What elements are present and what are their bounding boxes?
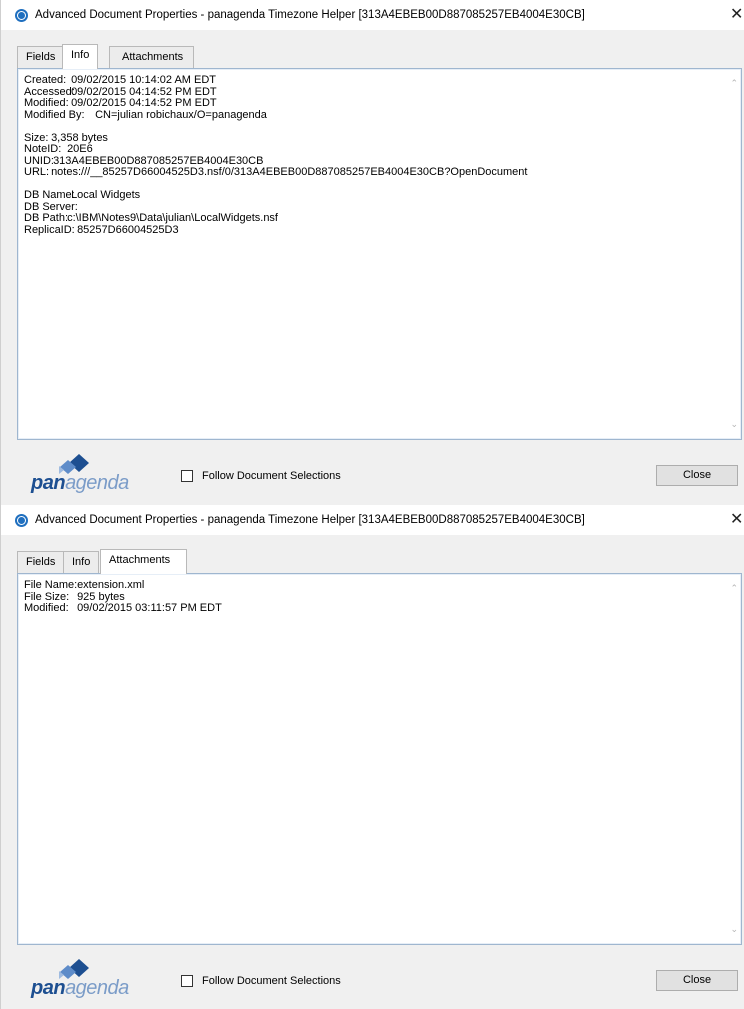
footer: panagenda Follow Document Selections Clo… — [1, 440, 744, 505]
tab-attachments[interactable]: Attachments — [100, 549, 188, 574]
info-line: ReplicaID: 85257D66004525D3 — [24, 223, 179, 236]
window-close-icon[interactable]: ✕ — [730, 5, 743, 25]
tab-info[interactable]: Info — [63, 551, 100, 573]
panagenda-logo: panagenda — [27, 454, 147, 494]
panagenda-logo: panagenda — [27, 959, 147, 999]
follow-selection-option[interactable]: Follow Document Selections — [181, 470, 341, 482]
vertical-scrollbar[interactable]: ⌃ ⌄ — [726, 70, 740, 438]
attachment-line: File Name: extension.xml — [24, 579, 145, 591]
logo-text-agenda: agenda — [65, 472, 129, 494]
attachments-panel[interactable]: File Name: extension.xml File Size: 925 … — [17, 573, 742, 945]
attachment-line: Modified: 09/02/2015 03:11:57 PM EDT — [24, 602, 222, 614]
tab-strip: Fields Info Attachments — [17, 44, 741, 69]
footer: panagenda Follow Document Selections Clo… — [1, 945, 744, 1009]
close-button[interactable]: Close — [656, 970, 738, 991]
close-button[interactable]: Close — [656, 465, 738, 486]
properties-window-attachments: Advanced Document Properties - panagenda… — [0, 505, 744, 1009]
scroll-down-icon[interactable]: ⌄ — [730, 924, 738, 935]
tab-attachments[interactable]: Attachments — [109, 46, 195, 68]
info-line: Modified By: CN=julian robichaux/O=panag… — [24, 108, 267, 121]
scroll-down-icon[interactable]: ⌄ — [730, 419, 738, 430]
info-panel[interactable]: Created: 09/02/2015 10:14:02 AM EDT Acce… — [17, 68, 742, 440]
window-title: Advanced Document Properties - panagenda… — [35, 9, 585, 21]
title-bar: Advanced Document Properties - panagenda… — [1, 0, 744, 30]
tab-info[interactable]: Info — [62, 44, 99, 69]
follow-selection-option[interactable]: Follow Document Selections — [181, 975, 341, 987]
scroll-up-icon[interactable]: ⌃ — [730, 78, 738, 89]
properties-window-info: Advanced Document Properties - panagenda… — [0, 0, 744, 505]
info-line: URL: notes:///__85257D66004525D3.nsf/0/3… — [24, 166, 528, 178]
tab-fields[interactable]: Fields — [17, 551, 65, 573]
info-line: Size: 3,358 bytes — [24, 131, 108, 144]
app-globe-icon — [15, 9, 28, 22]
window-close-icon[interactable]: ✕ — [730, 510, 743, 530]
logo-text-agenda: agenda — [65, 977, 129, 999]
app-globe-icon — [15, 514, 28, 527]
tab-fields[interactable]: Fields — [17, 46, 65, 68]
info-line: DB Name: Local Widgets — [24, 189, 141, 201]
follow-selection-label[interactable]: Follow Document Selections — [202, 470, 341, 482]
tab-strip: Fields Info Attachments — [17, 549, 741, 574]
scroll-up-icon[interactable]: ⌃ — [730, 583, 738, 594]
logo-text-pan: pan — [31, 472, 66, 494]
window-title: Advanced Document Properties - panagenda… — [35, 514, 585, 526]
logo-text-pan: pan — [31, 977, 66, 999]
title-bar: Advanced Document Properties - panagenda… — [1, 505, 744, 535]
vertical-scrollbar[interactable]: ⌃ ⌄ — [726, 575, 740, 943]
follow-selection-label[interactable]: Follow Document Selections — [202, 975, 341, 987]
follow-selection-checkbox[interactable] — [181, 975, 193, 987]
attachments-content: File Name: extension.xml File Size: 925 … — [24, 579, 721, 615]
follow-selection-checkbox[interactable] — [181, 470, 193, 482]
info-content: Created: 09/02/2015 10:14:02 AM EDT Acce… — [24, 74, 721, 236]
